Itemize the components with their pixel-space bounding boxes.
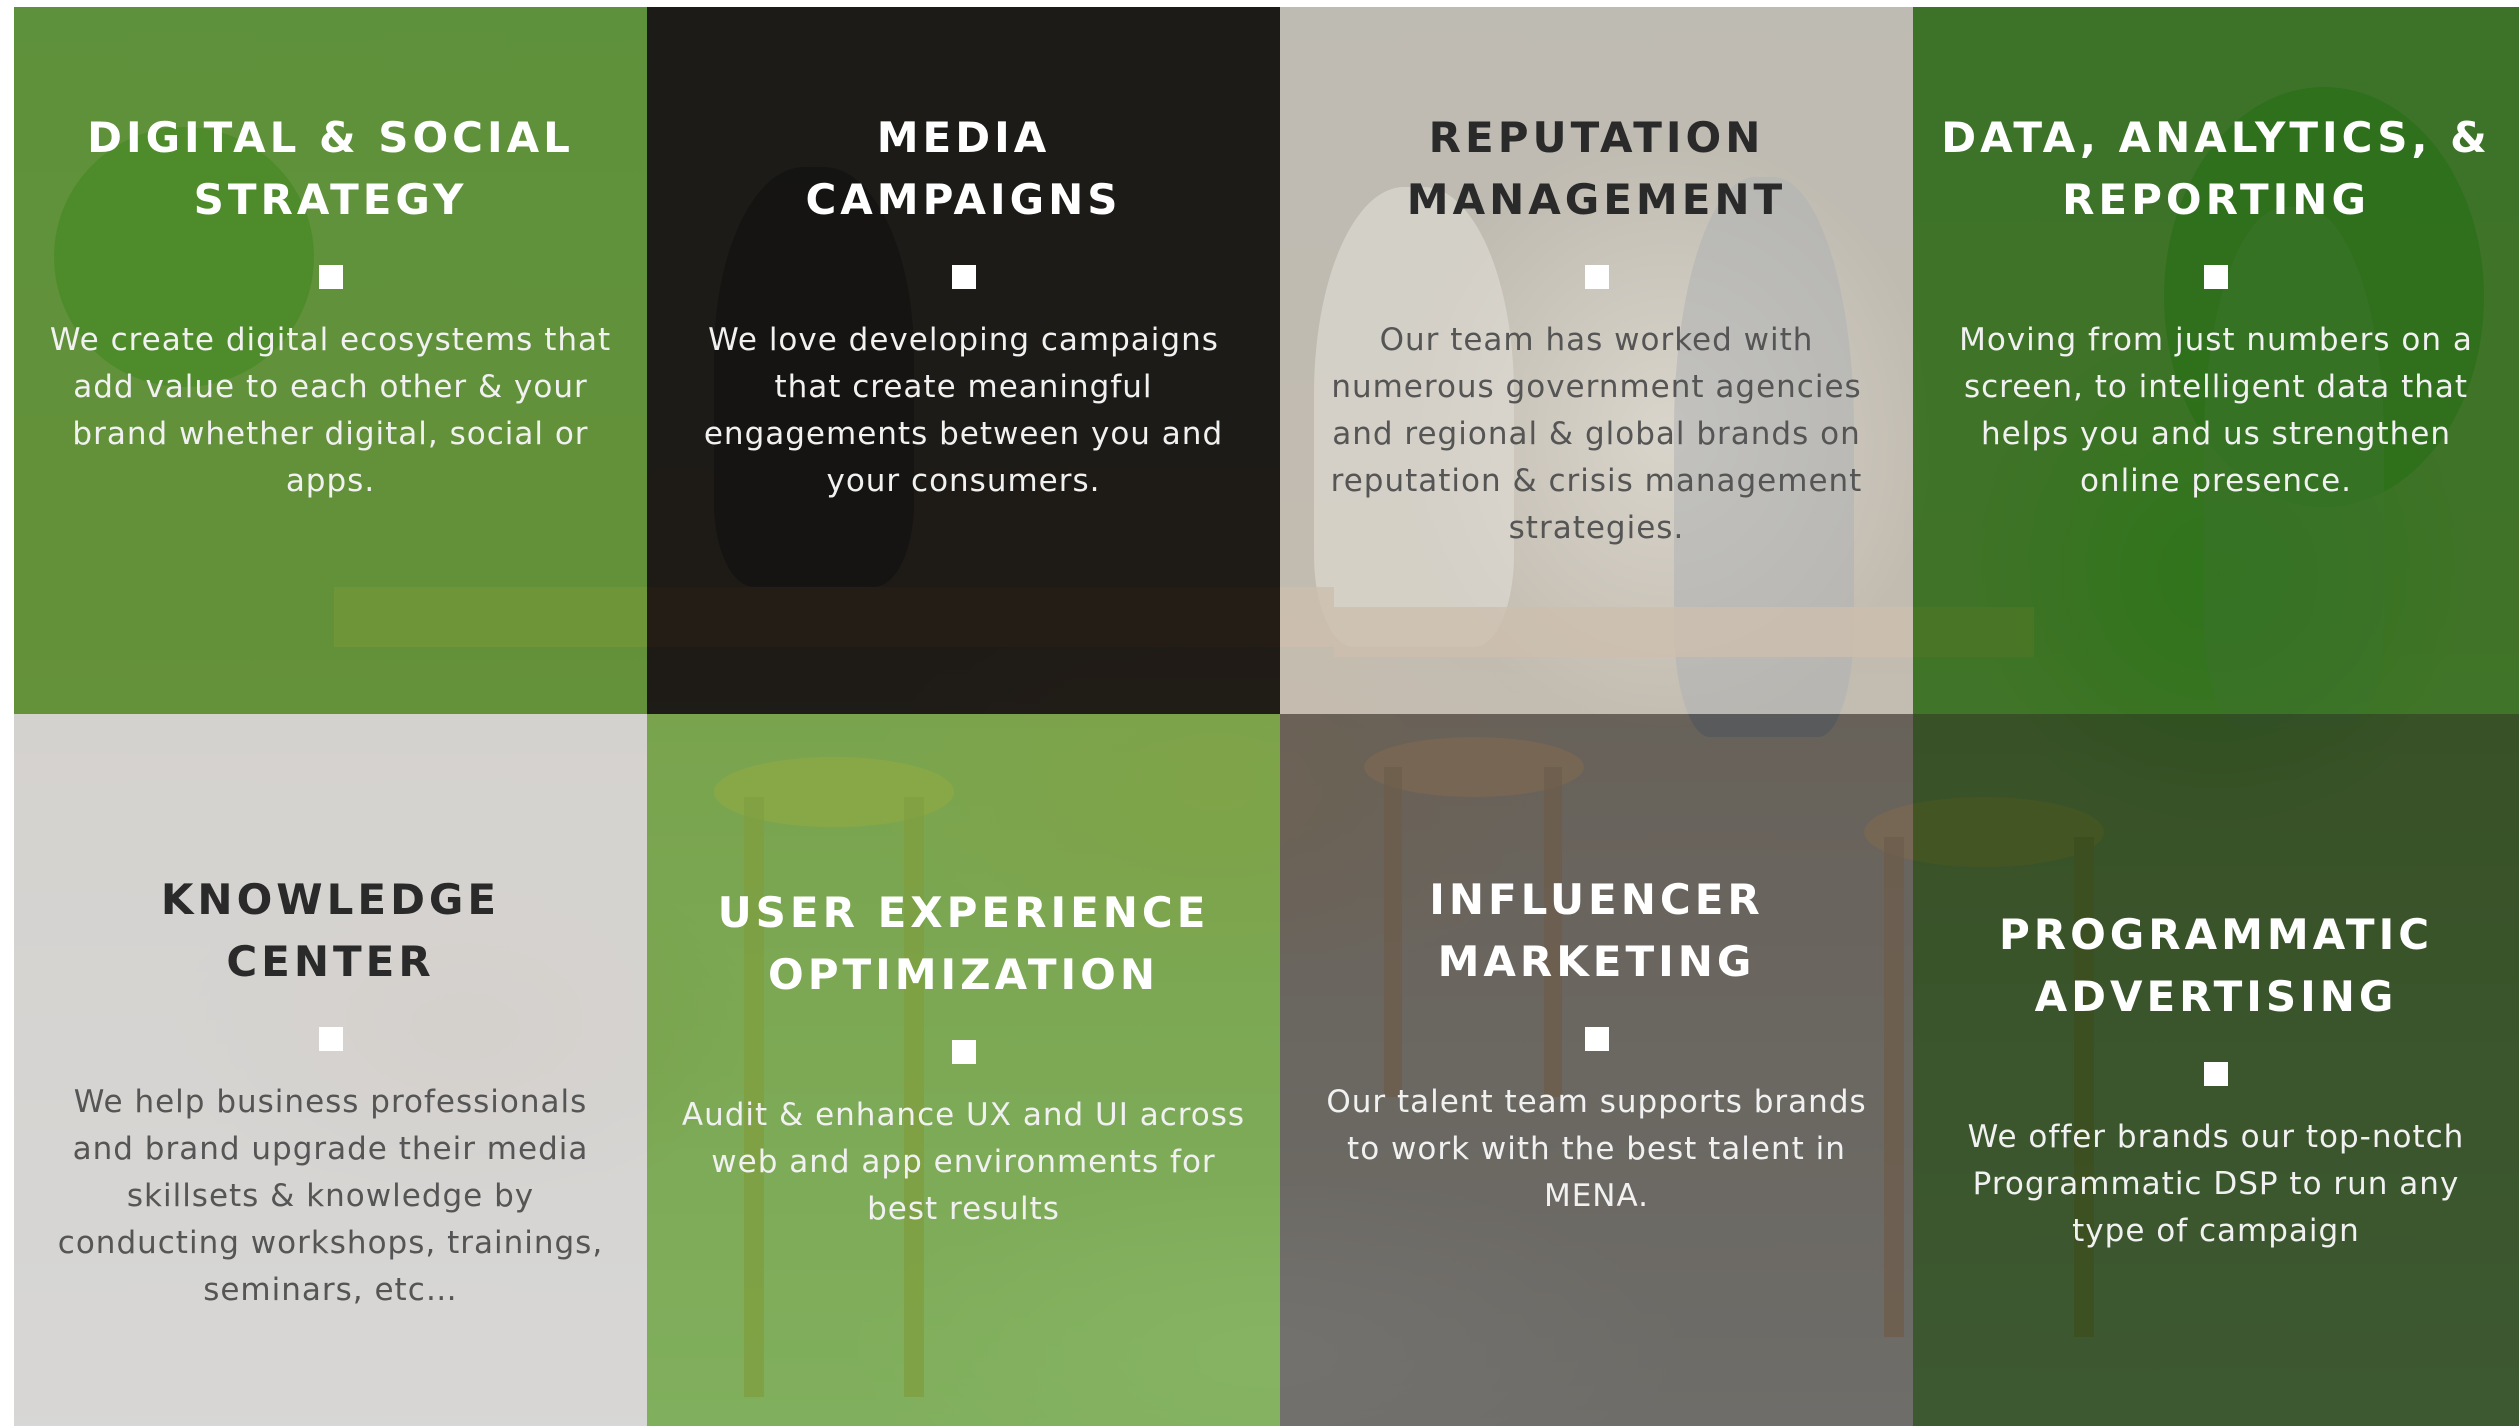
service-title-line-1: REPUTATION bbox=[1428, 113, 1765, 162]
service-description: We offer brands our top-notch Programmat… bbox=[1967, 1119, 2465, 1249]
service-tile-programmatic-advertising: PROGRAMMATIC ADVERTISING We offer brands… bbox=[1913, 714, 2519, 1426]
service-title-line-2: OPTIMIZATION bbox=[767, 950, 1159, 999]
square-bullet-icon bbox=[318, 265, 343, 289]
square-bullet-icon bbox=[2204, 1062, 2228, 1086]
service-title-line-2: MANAGEMENT bbox=[1406, 175, 1787, 224]
service-title-line-2: CAMPAIGNS bbox=[805, 175, 1122, 224]
service-title-line-2: ADVERTISING bbox=[2034, 972, 2398, 1021]
service-tile-media-campaigns: MEDIA CAMPAIGNS We love developing campa… bbox=[647, 7, 1280, 714]
service-description: We help business professionals and brand… bbox=[57, 1084, 604, 1308]
service-title: KNOWLEDGE CENTER bbox=[14, 869, 647, 993]
service-description: Audit & enhance UX and UI across web and… bbox=[681, 1097, 1246, 1227]
service-description: Moving from just numbers on a screen, to… bbox=[1959, 322, 2473, 499]
service-description: Our talent team supports brands to work … bbox=[1326, 1084, 1867, 1214]
service-title-line-1: USER EXPERIENCE bbox=[717, 888, 1210, 937]
service-title: DATA, ANALYTICS, & REPORTING bbox=[1913, 107, 2519, 231]
service-title-line-1: KNOWLEDGE bbox=[160, 875, 501, 924]
service-description: Our team has worked with numerous govern… bbox=[1330, 322, 1863, 546]
square-bullet-icon bbox=[318, 1027, 343, 1051]
service-tile-user-experience-optimization: USER EXPERIENCE OPTIMIZATION Audit & enh… bbox=[647, 714, 1280, 1426]
square-bullet-icon bbox=[951, 1040, 976, 1064]
service-title-line-2: CENTER bbox=[226, 937, 435, 986]
service-tile-digital-social-strategy: DIGITAL & SOCIAL STRATEGY We create digi… bbox=[14, 7, 647, 714]
services-grid: DIGITAL & SOCIAL STRATEGY We create digi… bbox=[14, 7, 2519, 1426]
service-title-line-1: DATA, ANALYTICS, & bbox=[1941, 113, 2491, 162]
service-tile-influencer-marketing: INFLUENCER MARKETING Our talent team sup… bbox=[1280, 714, 1913, 1426]
square-bullet-icon bbox=[1584, 265, 1609, 289]
service-title-line-2: MARKETING bbox=[1437, 937, 1756, 986]
service-description: We create digital ecosystems that add va… bbox=[49, 322, 612, 499]
service-tile-reputation-management: REPUTATION MANAGEMENT Our team has worke… bbox=[1280, 7, 1913, 714]
service-title-line-1: INFLUENCER bbox=[1429, 875, 1764, 924]
service-title-line-2: REPORTING bbox=[2062, 175, 2370, 224]
service-title: DIGITAL & SOCIAL STRATEGY bbox=[14, 107, 647, 231]
service-title: PROGRAMMATIC ADVERTISING bbox=[1913, 904, 2519, 1028]
service-title-line-1: PROGRAMMATIC bbox=[1998, 910, 2434, 959]
service-tile-data-analytics-reporting: DATA, ANALYTICS, & REPORTING Moving from… bbox=[1913, 7, 2519, 714]
service-title: INFLUENCER MARKETING bbox=[1280, 869, 1913, 993]
service-title: USER EXPERIENCE OPTIMIZATION bbox=[647, 882, 1280, 1006]
service-title-line-2: STRATEGY bbox=[193, 175, 468, 224]
square-bullet-icon bbox=[951, 265, 976, 289]
service-description: We love developing campaigns that create… bbox=[703, 322, 1224, 499]
service-title-line-1: MEDIA bbox=[876, 113, 1051, 162]
service-title-line-1: DIGITAL & SOCIAL bbox=[87, 113, 574, 162]
square-bullet-icon bbox=[1584, 1027, 1609, 1051]
services-grid-panel: DIGITAL & SOCIAL STRATEGY We create digi… bbox=[14, 7, 2519, 1426]
square-bullet-icon bbox=[2204, 265, 2228, 289]
service-title: REPUTATION MANAGEMENT bbox=[1280, 107, 1913, 231]
service-tile-knowledge-center: KNOWLEDGE CENTER We help business profes… bbox=[14, 714, 647, 1426]
service-title: MEDIA CAMPAIGNS bbox=[647, 107, 1280, 231]
